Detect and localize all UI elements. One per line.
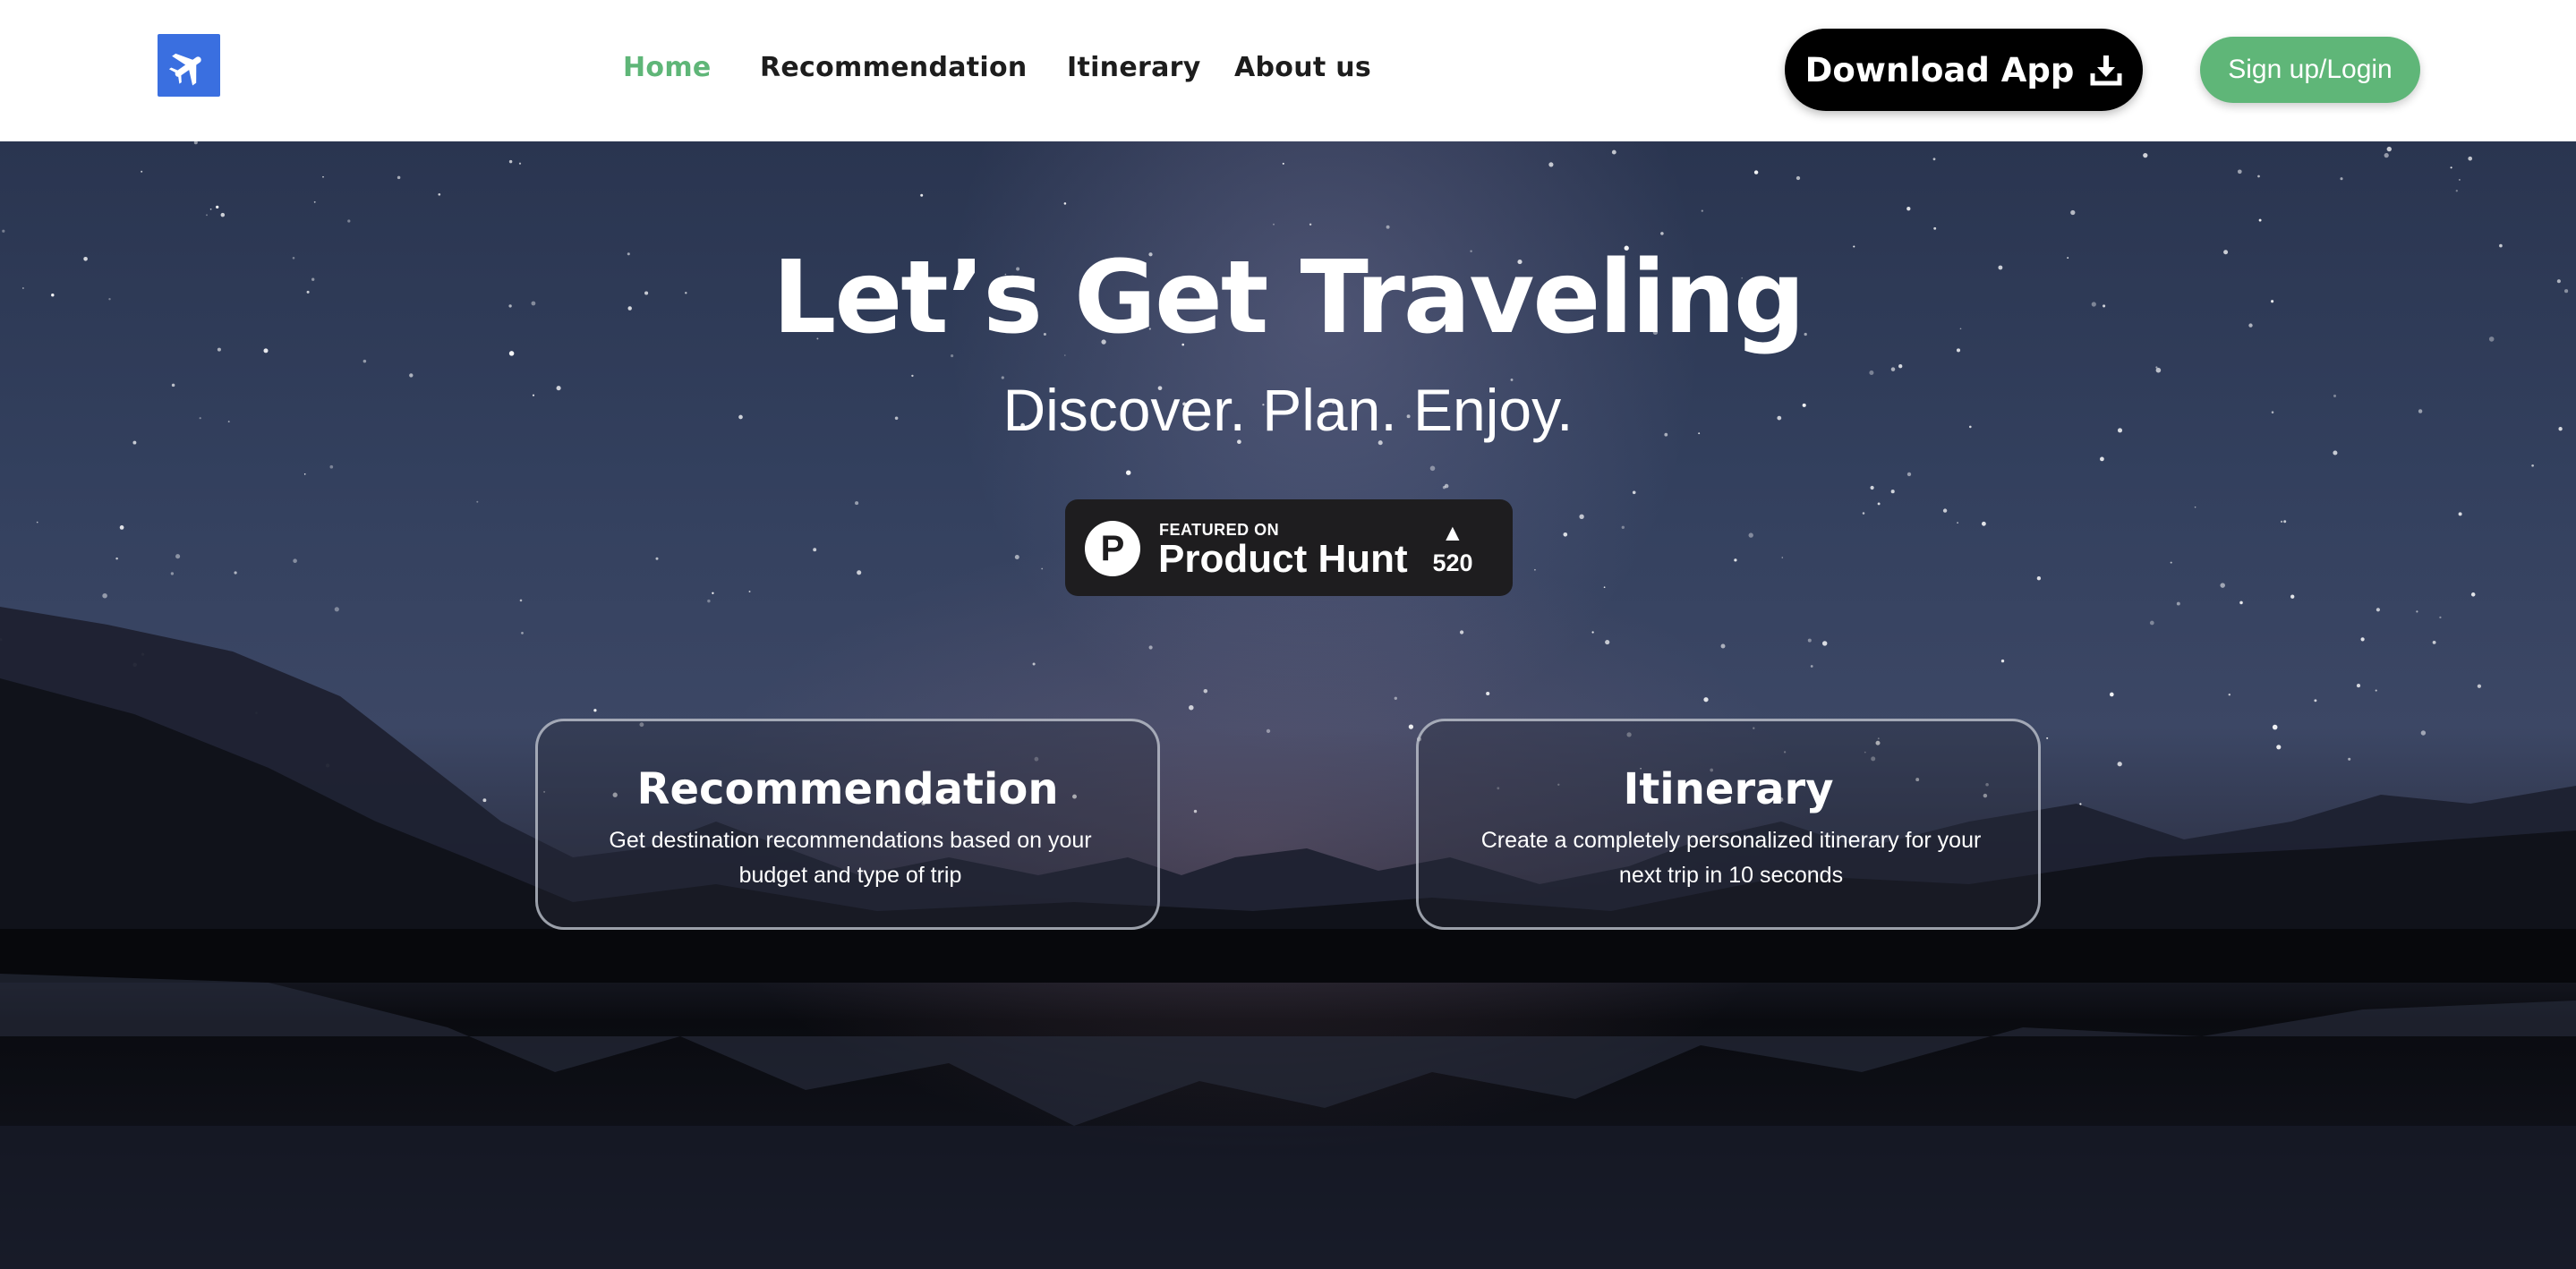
- product-hunt-name: Product Hunt: [1158, 537, 1408, 581]
- itinerary-card[interactable]: Itinerary Create a completely personaliz…: [1416, 719, 2041, 930]
- card-title: Itinerary: [1623, 764, 1834, 814]
- page: Home Recommendation Itinerary About us D…: [0, 0, 2576, 1269]
- airplane-icon: [168, 53, 201, 86]
- hero-subtitle: Discover. Plan. Enjoy.: [1002, 377, 1574, 443]
- card-description: Get destination recommendations based on…: [609, 828, 1092, 888]
- hero-section: Let’s Get Traveling Discover. Plan. Enjo…: [0, 141, 2576, 1269]
- download-app-label: Download App: [1804, 50, 2075, 89]
- nav-itinerary[interactable]: Itinerary: [1067, 52, 1201, 83]
- nav-home[interactable]: Home: [623, 52, 712, 83]
- nav-about-us[interactable]: About us: [1234, 52, 1371, 83]
- download-app-button[interactable]: Download App: [1785, 29, 2143, 111]
- product-hunt-badge[interactable]: P FEATURED ON Product Hunt ▲ 520: [1065, 499, 1513, 596]
- upvote-arrow-icon: ▲: [1441, 519, 1464, 546]
- recommendation-card[interactable]: Recommendation Get destination recommend…: [535, 719, 1160, 930]
- card-title: Recommendation: [636, 764, 1059, 814]
- card-description: Create a completely personalized itinera…: [1480, 828, 1982, 888]
- signup-login-button[interactable]: Sign up/Login: [2200, 37, 2420, 103]
- download-icon: [2090, 55, 2122, 86]
- product-hunt-logo-icon: P: [1085, 521, 1140, 576]
- navbar: Home Recommendation Itinerary About us D…: [0, 0, 2576, 141]
- logo[interactable]: [158, 34, 220, 97]
- hero-title: Let’s Get Traveling: [772, 240, 1805, 356]
- nav-recommendation[interactable]: Recommendation: [760, 52, 1028, 83]
- upvote-count: 520: [1432, 549, 1473, 576]
